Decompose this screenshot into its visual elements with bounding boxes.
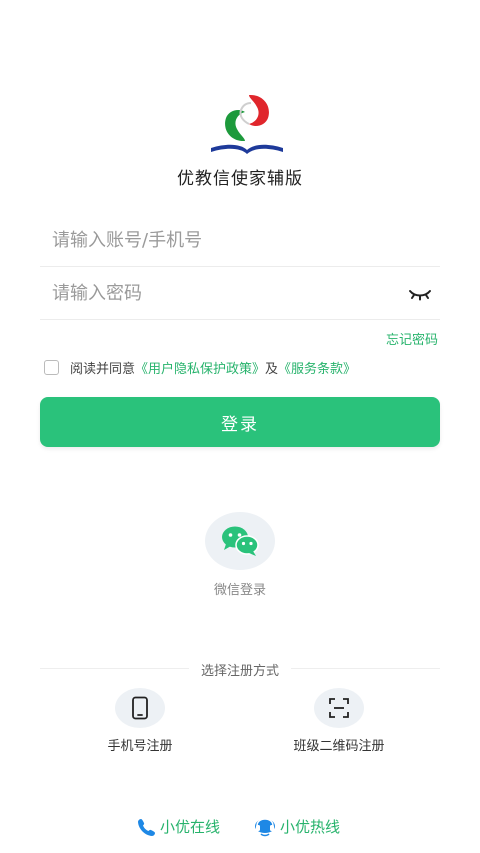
register-divider-label: 选择注册方式 — [188, 664, 291, 679]
app-title: 优教信使家辅版 — [177, 169, 303, 189]
privacy-policy-link[interactable]: 《用户隐私保护政策》 — [135, 358, 265, 377]
agree-prefix-text: 阅读并同意 — [70, 362, 136, 377]
phone-register-button[interactable] — [115, 688, 165, 728]
terms-of-service-link[interactable]: 《服务条款》 — [278, 358, 356, 377]
password-input[interactable] — [40, 283, 440, 304]
online-service-link[interactable]: 小优在线 — [137, 816, 220, 837]
mobile-phone-icon — [132, 696, 148, 720]
wechat-icon — [222, 526, 259, 556]
agreement-row: 阅读并同意 《用户隐私保护政策》 及 《服务条款》 — [44, 358, 356, 377]
agree-and-text: 及 — [265, 362, 279, 377]
phone-icon — [138, 818, 155, 836]
qr-register-label[interactable]: 班级二维码注册 — [239, 735, 439, 754]
account-input[interactable] — [40, 230, 440, 251]
hotline-link[interactable]: 小优热线 — [253, 816, 340, 837]
password-field-row — [40, 268, 440, 320]
account-field-row — [40, 215, 440, 267]
eye-closed-icon[interactable] — [408, 286, 432, 302]
forgot-password-link[interactable]: 忘记密码 — [386, 329, 438, 348]
online-service-label: 小优在线 — [160, 818, 221, 836]
phone-register-label[interactable]: 手机号注册 — [40, 735, 240, 754]
qr-register-button[interactable] — [314, 688, 364, 728]
wechat-login-button[interactable] — [205, 512, 275, 570]
hotline-label: 小优热线 — [280, 818, 341, 836]
register-divider-label-wrap: 选择注册方式 — [0, 660, 480, 679]
qr-scan-icon — [329, 698, 349, 718]
login-button[interactable]: 登录 — [40, 397, 440, 447]
headset-icon — [255, 817, 275, 836]
app-logo — [205, 88, 289, 160]
agree-checkbox[interactable] — [44, 360, 59, 375]
wechat-login-label: 微信登录 — [213, 583, 266, 598]
